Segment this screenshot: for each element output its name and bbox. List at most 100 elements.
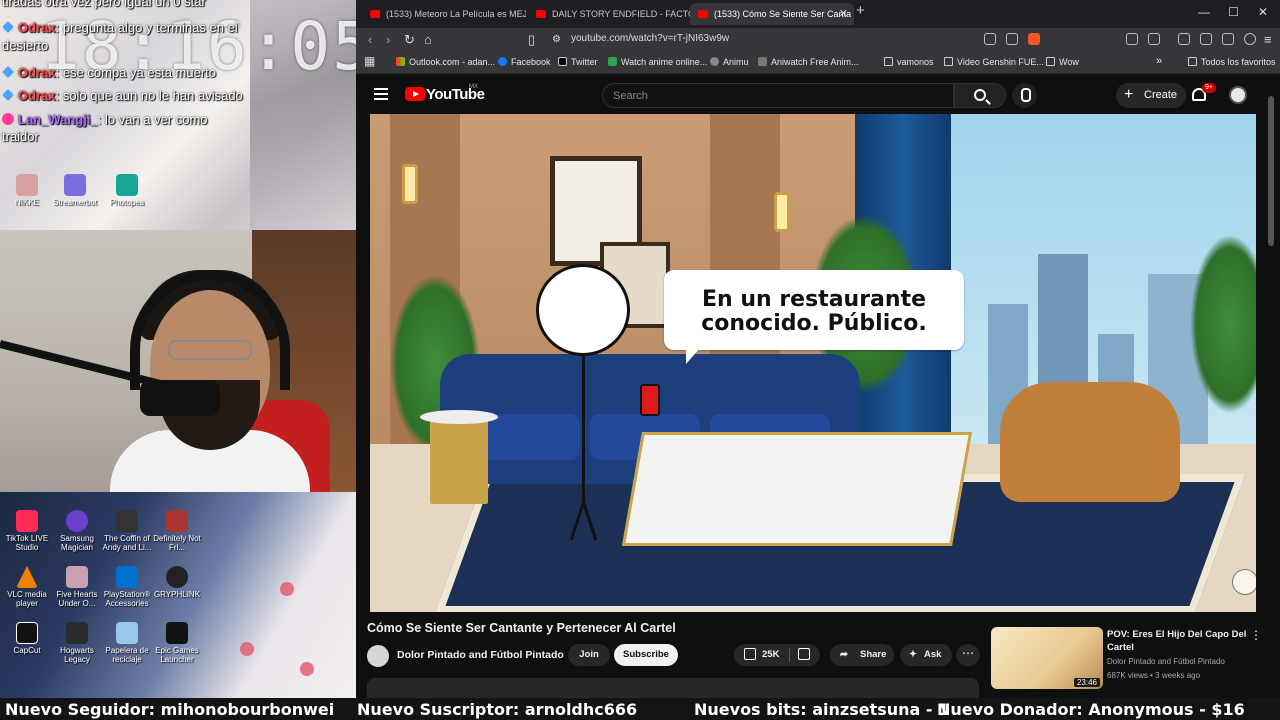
- recommended-menu-icon[interactable]: ⋮: [1250, 628, 1262, 642]
- share-button[interactable]: ➦ Share: [830, 644, 894, 666]
- desktop-icon-vlc[interactable]: VLC media player: [0, 566, 54, 608]
- more-actions-icon[interactable]: ⋯: [956, 644, 980, 666]
- channel-avatar[interactable]: [367, 645, 389, 667]
- new-tab-button[interactable]: +: [856, 2, 865, 19]
- samsung-magician-icon: [66, 510, 88, 532]
- gryphlink-icon: [166, 566, 188, 588]
- create-button[interactable]: + Create: [1116, 83, 1186, 108]
- folder-icon: [1046, 57, 1055, 66]
- globe-icon: [710, 57, 719, 66]
- share-icon: ➦: [840, 649, 848, 660]
- desktop-icon-recycle-bin[interactable]: Papelera de reciclaje: [100, 622, 154, 664]
- minimize-icon[interactable]: —: [1198, 5, 1210, 19]
- chat-message: Odrax: pregunta algo y terminas en el: [2, 20, 238, 35]
- address-bar: ‹ › ↻ ⌂ ▯ ⚙ youtube.com/watch?v=rT-jNI63…: [356, 28, 1280, 52]
- folder-icon: [884, 57, 893, 66]
- thumbs-down-icon[interactable]: [798, 648, 810, 660]
- vpn-icon[interactable]: [1244, 33, 1256, 45]
- desktop-icon-epic-games[interactable]: Epic Games Launcher: [150, 622, 204, 664]
- game-icon: [166, 510, 188, 532]
- desktop-icon-hogwarts[interactable]: Hogwarts Legacy: [50, 622, 104, 664]
- join-button[interactable]: Join: [568, 644, 610, 666]
- hamburger-menu-icon[interactable]: [374, 88, 388, 100]
- desktop-icon-tiktok[interactable]: TikTok LIVE Studio: [0, 510, 54, 552]
- desktop-icon-gryphlink[interactable]: GRYPHLINK: [150, 566, 204, 599]
- stream-alert-ticker: Nuevo Seguidor: mihonobourbonwei Nuevo S…: [0, 698, 1280, 720]
- chat-badge-icon: [2, 21, 14, 33]
- account-avatar[interactable]: [1229, 86, 1247, 104]
- page-scrollbar[interactable]: [1268, 96, 1274, 246]
- close-tab-icon[interactable]: ✕: [839, 3, 848, 25]
- folder-icon: [944, 57, 953, 66]
- music-icon[interactable]: [1178, 33, 1190, 45]
- maximize-icon[interactable]: ☐: [1228, 5, 1239, 19]
- leo-ai-icon[interactable]: [1222, 33, 1234, 45]
- folder-icon: [1188, 57, 1197, 66]
- desktop-icon-streamerbot[interactable]: Streamerbot: [48, 174, 102, 207]
- desktop-icon-five-hearts[interactable]: Five Hearts Under O...: [50, 566, 104, 608]
- desktop-icon-coffin[interactable]: The Coffin of Andy and Li...: [100, 510, 154, 552]
- home-icon[interactable]: ⌂: [424, 32, 432, 47]
- video-player[interactable]: En un restaurante conocido. Público.: [370, 114, 1256, 612]
- desktop-icon-definitely-not[interactable]: Definitely Not Fri...: [150, 510, 204, 552]
- desktop-icon-capcut[interactable]: CapCut: [0, 622, 54, 655]
- search-button[interactable]: [954, 83, 1006, 108]
- bookmark-watch-anime[interactable]: Watch anime online...: [608, 57, 707, 67]
- vlc-icon: [16, 566, 38, 588]
- close-window-icon[interactable]: ✕: [1258, 5, 1268, 19]
- chat-message: traidor: [2, 129, 39, 144]
- desktop-icon-photopea[interactable]: Photopea: [100, 174, 154, 207]
- bookmark-video-genshin[interactable]: Video Genshin FUE...: [944, 57, 1044, 67]
- bookmarks-overflow-icon[interactable]: »: [1156, 55, 1162, 67]
- bookmark-aniwatch[interactable]: Aniwatch Free Anim...: [758, 57, 859, 67]
- browser-tab-active[interactable]: (1533) Cómo Se Siente Ser Canta ✕: [690, 3, 854, 25]
- browser-tab[interactable]: DAILY STORY ENDFIELD - FACTORY M: [528, 3, 692, 25]
- brave-shield-icon[interactable]: [1028, 33, 1040, 45]
- red-phone: [640, 384, 660, 416]
- screenshot-icon[interactable]: [984, 33, 996, 45]
- ask-button[interactable]: ✦ Ask: [900, 644, 952, 666]
- wallet-icon[interactable]: [1148, 33, 1160, 45]
- like-button[interactable]: 25K: [734, 644, 820, 666]
- description-box[interactable]: [367, 678, 979, 698]
- apps-grid-icon[interactable]: ▦: [364, 54, 375, 68]
- ticker-follower: Nuevo Seguidor: mihonobourbonwei: [5, 700, 335, 719]
- microsoft-icon: [396, 57, 405, 66]
- bookmark-twitter[interactable]: Twitter: [558, 57, 598, 67]
- bookmark-wow[interactable]: Wow: [1046, 57, 1079, 67]
- share-page-icon[interactable]: [1006, 33, 1018, 45]
- armchair: [1000, 382, 1180, 502]
- browser-tab[interactable]: (1533) Meteoro La Película es MEJOR: [362, 3, 526, 25]
- search-input[interactable]: Search: [602, 83, 954, 108]
- forward-icon[interactable]: ›: [386, 32, 390, 47]
- bookmark-vamonos[interactable]: vamonos: [884, 57, 934, 67]
- stick-figure-character: [536, 264, 630, 356]
- player-overlay-icon[interactable]: [1232, 569, 1256, 595]
- desktop-icon-samsung-magician[interactable]: Samsung Magician: [50, 510, 104, 552]
- recommended-title[interactable]: POV: Eres El Hijo Del Capo Del Cartel: [1107, 628, 1247, 654]
- back-icon[interactable]: ‹: [368, 32, 372, 47]
- all-bookmarks[interactable]: Todos los favoritos: [1188, 57, 1276, 67]
- voice-search-button[interactable]: [1012, 83, 1037, 108]
- five-hearts-icon: [66, 566, 88, 588]
- sidebar-icon[interactable]: [1200, 33, 1212, 45]
- menu-icon[interactable]: ≡: [1264, 32, 1272, 47]
- glasses: [168, 340, 252, 360]
- subscribe-button[interactable]: Subscribe: [614, 644, 678, 666]
- youtube-header: YouTube MX Search + Create 9+: [356, 75, 1280, 115]
- extensions-icon[interactable]: [1126, 33, 1138, 45]
- desktop-icon-playstation[interactable]: PlayStation® Accessories: [100, 566, 154, 608]
- recommended-thumbnail[interactable]: 23:46: [991, 627, 1103, 689]
- youtube-logo-icon[interactable]: [405, 87, 425, 101]
- desktop-icon-nikke[interactable]: NIKKE: [0, 174, 54, 207]
- reload-icon[interactable]: ↻: [404, 32, 415, 48]
- thumbs-up-icon: [744, 648, 756, 660]
- recommended-channel[interactable]: Dolor Pintado and Fútbol Pintado: [1107, 657, 1225, 666]
- url-input[interactable]: youtube.com/watch?v=rT-jNI63w9w: [571, 33, 729, 44]
- bookmark-icon[interactable]: ▯: [528, 32, 535, 48]
- channel-name[interactable]: Dolor Pintado and Fútbol Pintado: [397, 649, 564, 661]
- bookmark-facebook[interactable]: Facebook: [498, 57, 551, 67]
- site-info-icon[interactable]: ⚙: [552, 34, 561, 45]
- bookmark-animu[interactable]: Animu: [710, 57, 749, 67]
- bookmark-outlook[interactable]: Outlook.com - adan...: [396, 57, 495, 67]
